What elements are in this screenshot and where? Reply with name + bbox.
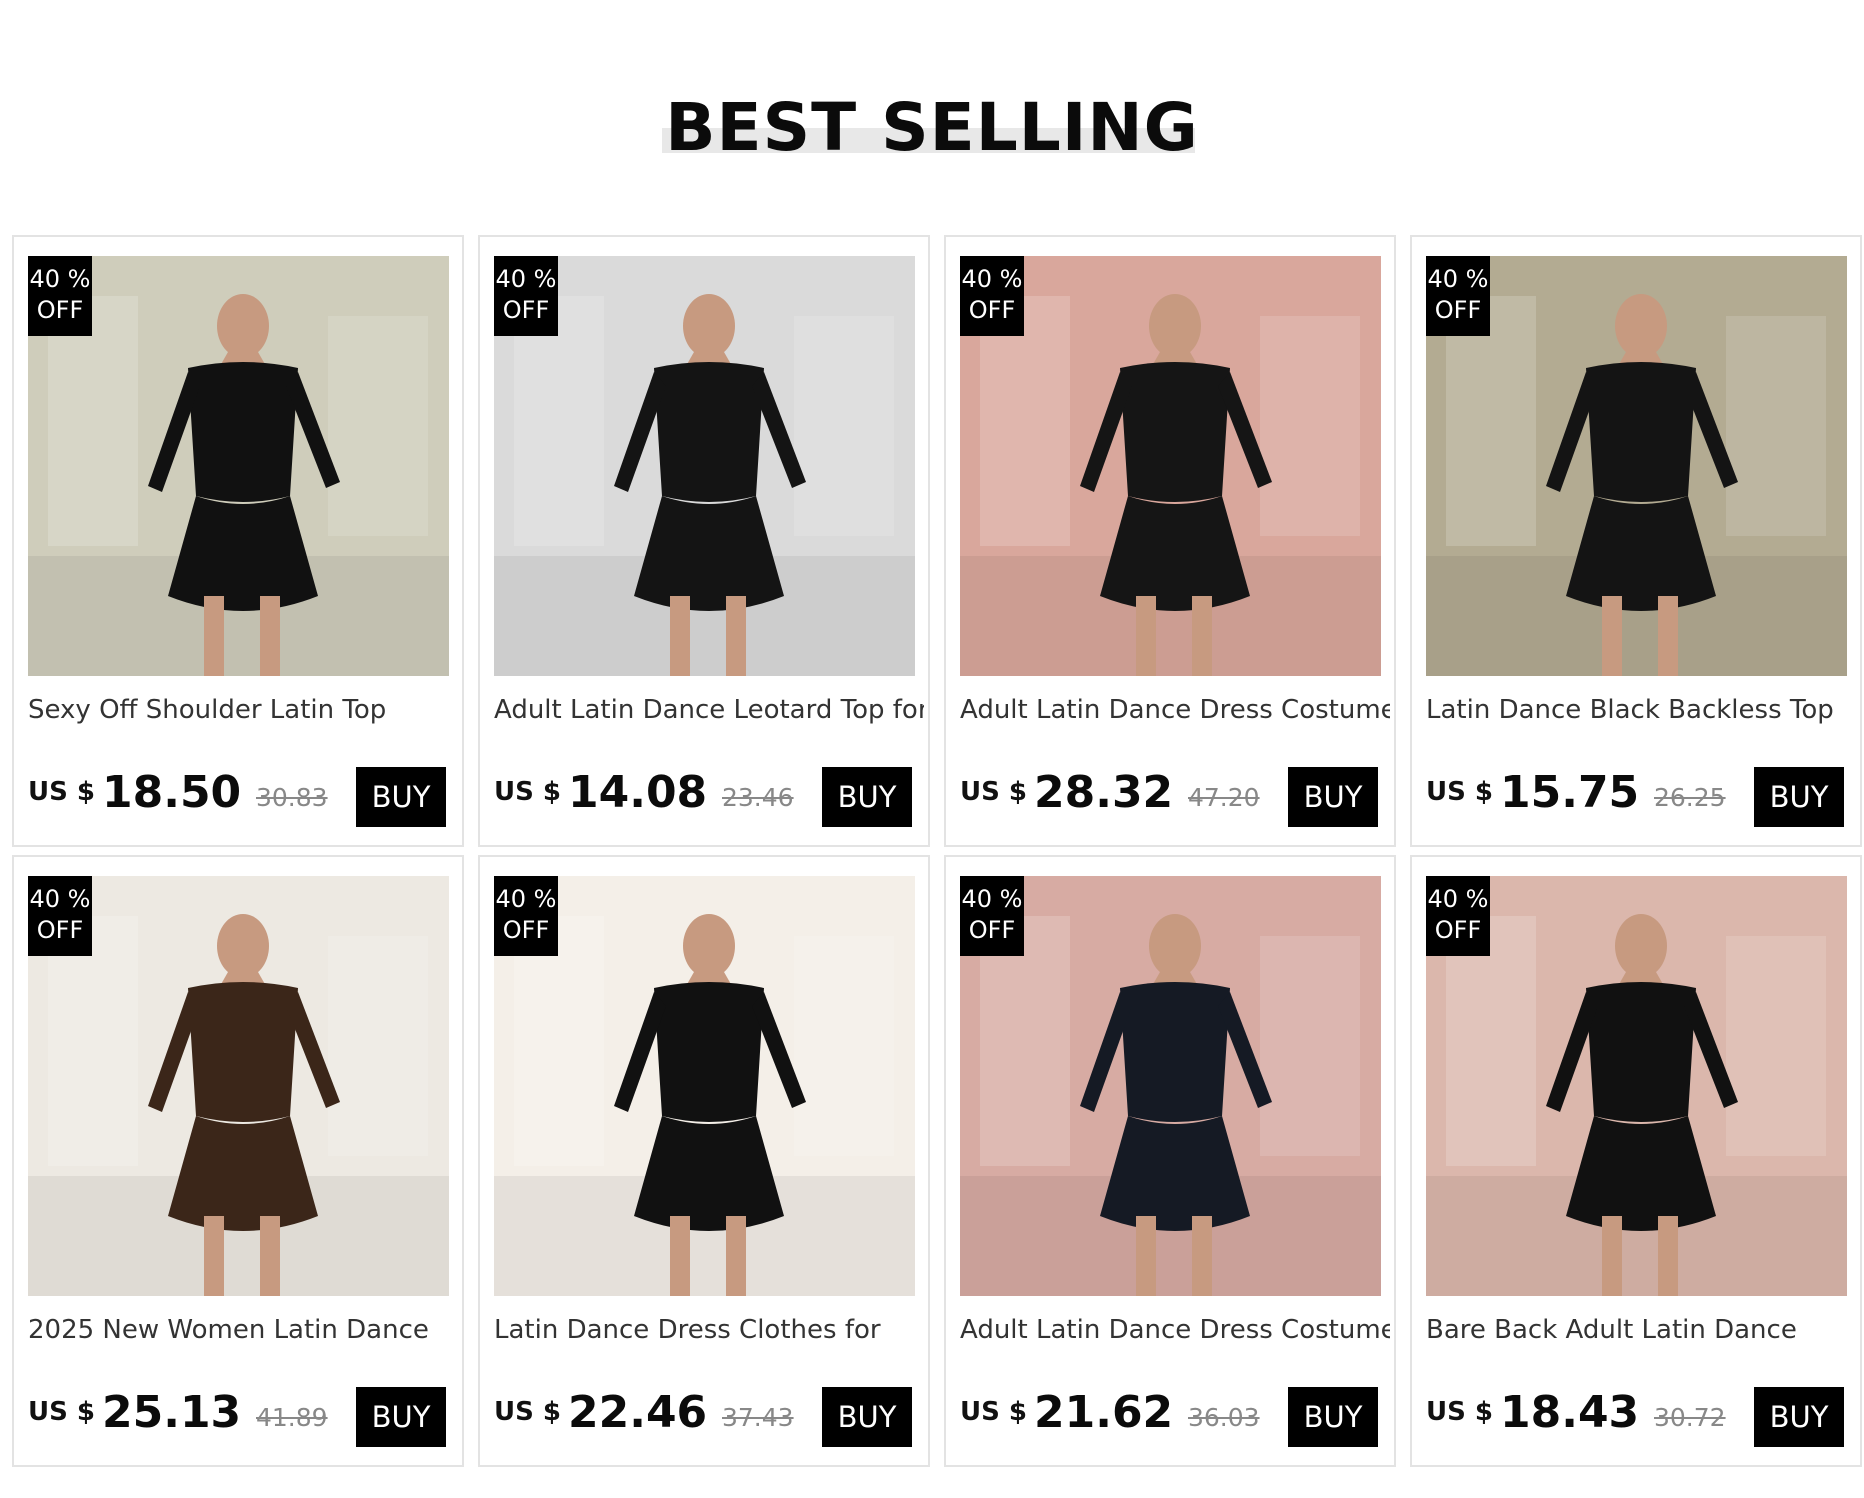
discount-badge: 40 % OFF: [960, 876, 1024, 956]
original-price: 37.43: [722, 1403, 794, 1432]
buy-button[interactable]: BUY: [822, 1387, 912, 1447]
price-row: US $22.46 37.43 BUY: [494, 1387, 918, 1447]
product-title[interactable]: Adult Latin Dance Dress Costume: [960, 1315, 1390, 1345]
price-row: US $14.08 23.46 BUY: [494, 767, 918, 827]
discount-percent: 40 %: [29, 885, 91, 913]
discount-badge: 40 % OFF: [28, 876, 92, 956]
price-row: US $25.13 41.89 BUY: [28, 1387, 452, 1447]
discount-badge: 40 % OFF: [494, 256, 558, 336]
product-card-new-women-dress[interactable]: 40 % OFF 2025 New Women Latin Dance US $25.…: [12, 855, 464, 1467]
discount-badge: 40 % OFF: [494, 876, 558, 956]
discount-percent: 40 %: [29, 265, 91, 293]
original-price: 30.72: [1654, 1403, 1726, 1432]
product-card-dress-clothes[interactable]: 40 % OFF Latin Dance Dress Clothes for US $…: [478, 855, 930, 1467]
original-price: 23.46: [722, 783, 794, 812]
product-title[interactable]: Bare Back Adult Latin Dance: [1426, 1315, 1856, 1345]
buy-button[interactable]: BUY: [1288, 767, 1378, 827]
discount-off-label: OFF: [968, 916, 1016, 944]
currency-label: US $: [494, 1397, 561, 1427]
product-title[interactable]: Adult Latin Dance Dress Costume: [960, 695, 1390, 725]
currency-label: US $: [1426, 1397, 1493, 1427]
buy-button[interactable]: BUY: [356, 767, 446, 827]
price-row: US $18.43 30.72 BUY: [1426, 1387, 1850, 1447]
price-row: US $28.32 47.20 BUY: [960, 767, 1384, 827]
discount-percent: 40 %: [495, 885, 557, 913]
product-title[interactable]: Latin Dance Dress Clothes for: [494, 1315, 924, 1345]
buy-button[interactable]: BUY: [822, 767, 912, 827]
sale-price: 22.46: [568, 1387, 708, 1438]
best-selling-page: BEST SELLING 40 % OFF Sexy Off Shoulder La…: [0, 0, 1864, 1498]
product-image[interactable]: 40 % OFF: [960, 876, 1381, 1296]
sale-price: 21.62: [1034, 1387, 1174, 1438]
sale-price: 28.32: [1034, 767, 1174, 818]
discount-off-label: OFF: [1434, 296, 1482, 324]
discount-percent: 40 %: [961, 885, 1023, 913]
buy-button[interactable]: BUY: [1754, 1387, 1844, 1447]
buy-button[interactable]: BUY: [356, 1387, 446, 1447]
discount-off-label: OFF: [968, 296, 1016, 324]
sale-price: 18.50: [102, 767, 242, 818]
price-row: US $18.50 30.83 BUY: [28, 767, 452, 827]
sale-price: 25.13: [102, 1387, 242, 1438]
currency-label: US $: [1426, 777, 1493, 807]
discount-off-label: OFF: [36, 916, 84, 944]
sale-price: 15.75: [1500, 767, 1640, 818]
buy-button[interactable]: BUY: [1754, 767, 1844, 827]
discount-off-label: OFF: [1434, 916, 1482, 944]
currency-label: US $: [960, 777, 1027, 807]
product-image[interactable]: 40 % OFF: [1426, 256, 1847, 676]
original-price: 47.20: [1188, 783, 1260, 812]
original-price: 26.25: [1654, 783, 1726, 812]
product-image[interactable]: 40 % OFF: [960, 256, 1381, 676]
product-title[interactable]: Adult Latin Dance Leotard Top for: [494, 695, 924, 725]
discount-badge: 40 % OFF: [1426, 876, 1490, 956]
product-title[interactable]: 2025 New Women Latin Dance: [28, 1315, 458, 1345]
sale-price: 18.43: [1500, 1387, 1640, 1438]
product-card-backless-top[interactable]: 40 % OFF Latin Dance Black Backless Top US …: [1410, 235, 1862, 847]
discount-badge: 40 % OFF: [28, 256, 92, 336]
product-title[interactable]: Latin Dance Black Backless Top: [1426, 695, 1856, 725]
product-image[interactable]: 40 % OFF: [494, 256, 915, 676]
currency-label: US $: [960, 1397, 1027, 1427]
price-row: US $15.75 26.25 BUY: [1426, 767, 1850, 827]
product-card-sexy-off-shoulder-top[interactable]: 40 % OFF Sexy Off Shoulder Latin Top US $18…: [12, 235, 464, 847]
product-card-leotard-top[interactable]: 40 % OFF Adult Latin Dance Leotard Top for…: [478, 235, 930, 847]
currency-label: US $: [28, 777, 95, 807]
discount-percent: 40 %: [1427, 885, 1489, 913]
price-row: US $21.62 36.03 BUY: [960, 1387, 1384, 1447]
discount-badge: 40 % OFF: [960, 256, 1024, 336]
section-title: BEST SELLING: [665, 89, 1199, 166]
discount-badge: 40 % OFF: [1426, 256, 1490, 336]
product-image[interactable]: 40 % OFF: [28, 256, 449, 676]
discount-percent: 40 %: [1427, 265, 1489, 293]
product-image[interactable]: 40 % OFF: [1426, 876, 1847, 1296]
discount-percent: 40 %: [495, 265, 557, 293]
original-price: 30.83: [256, 783, 328, 812]
section-header: BEST SELLING: [0, 88, 1864, 168]
currency-label: US $: [494, 777, 561, 807]
product-card-bare-back-leotard[interactable]: 40 % OFF Bare Back Adult Latin Dance US $18…: [1410, 855, 1862, 1467]
original-price: 36.03: [1188, 1403, 1260, 1432]
discount-off-label: OFF: [502, 916, 550, 944]
product-card-dress-costume[interactable]: 40 % OFF Adult Latin Dance Dress Costume US…: [944, 235, 1396, 847]
buy-button[interactable]: BUY: [1288, 1387, 1378, 1447]
discount-off-label: OFF: [502, 296, 550, 324]
original-price: 41.89: [256, 1403, 328, 1432]
currency-label: US $: [28, 1397, 95, 1427]
discount-percent: 40 %: [961, 265, 1023, 293]
discount-off-label: OFF: [36, 296, 84, 324]
product-image[interactable]: 40 % OFF: [494, 876, 915, 1296]
product-title[interactable]: Sexy Off Shoulder Latin Top: [28, 695, 458, 725]
product-image[interactable]: 40 % OFF: [28, 876, 449, 1296]
sale-price: 14.08: [568, 767, 708, 818]
product-card-fringe-dress-costume[interactable]: 40 % OFF Adult Latin Dance Dress Costume US…: [944, 855, 1396, 1467]
